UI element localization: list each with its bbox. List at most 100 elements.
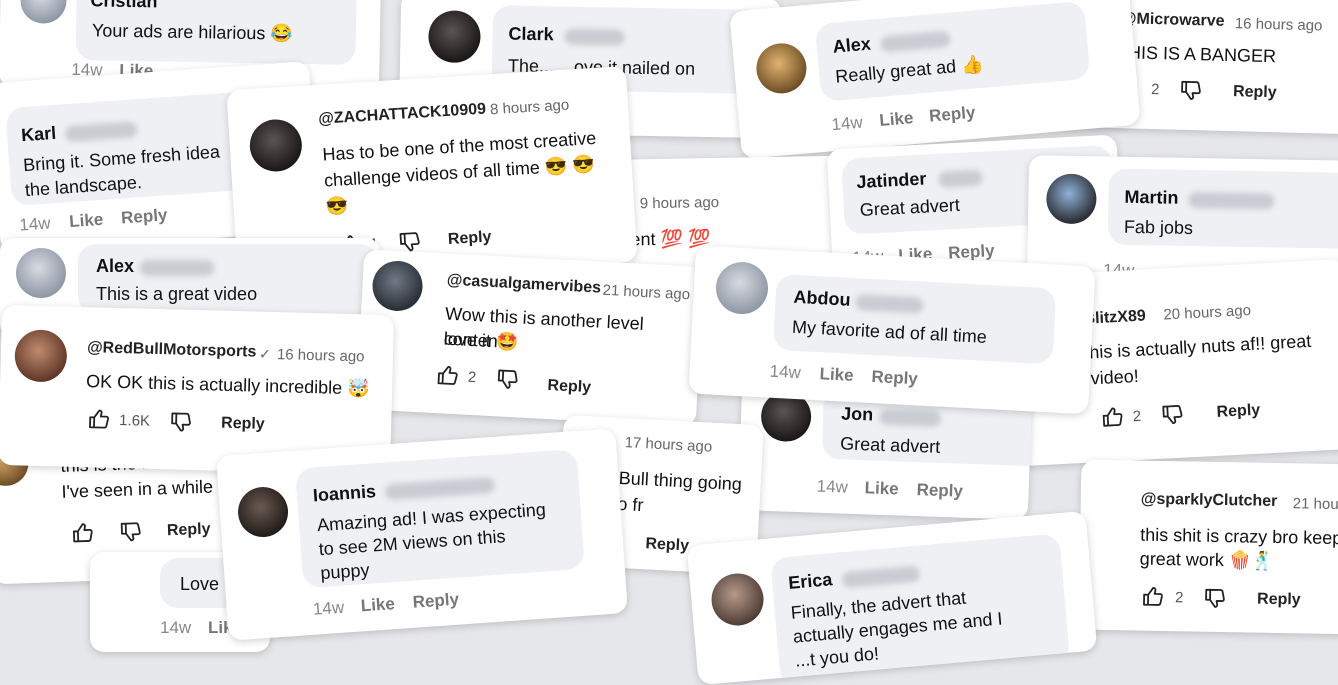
commenter-handle: @sparklyClutcher	[1140, 490, 1278, 510]
like-count: 2	[467, 368, 477, 387]
commenter-name: Martin	[1124, 186, 1179, 208]
comment-time: 20 hours ago	[1163, 301, 1252, 324]
blurred-surname	[564, 28, 625, 46]
thumb-down-icon[interactable]	[495, 366, 520, 391]
blurred-surname	[140, 260, 214, 276]
reply-button[interactable]: Reply	[221, 415, 265, 434]
commenter-name: Cristian	[90, 0, 158, 12]
thumb-down-icon[interactable]	[1160, 402, 1185, 427]
comment-text: ent 💯 💯	[630, 228, 711, 250]
avatar	[14, 329, 68, 383]
commenter-name: Jatinder	[855, 168, 927, 193]
reply-button[interactable]: Reply	[447, 229, 492, 250]
comment-card: Abdou My favorite ad of all time 14w Lik…	[688, 245, 1096, 415]
like-count: 2	[1150, 80, 1160, 99]
thumb-up-icon[interactable]	[87, 407, 112, 432]
commenter-name: Ioannis	[312, 481, 377, 506]
thumb-up-icon[interactable]	[1141, 585, 1165, 609]
reply-button[interactable]: Reply	[1233, 83, 1277, 102]
comment-text-line2: love it 🤩	[443, 328, 519, 353]
reply-link[interactable]: Reply	[928, 103, 976, 127]
comment-card: @casualgamervibes 21 hours ago Wow this …	[356, 249, 704, 427]
commenter-handle: @Microwarve	[1120, 10, 1225, 30]
commenter-name: Alex	[831, 33, 872, 57]
reply-button[interactable]: Reply	[1257, 591, 1301, 610]
comment-card: @sparklyClutcher 21 hours this shit is c…	[1078, 459, 1338, 635]
thumb-down-icon[interactable]	[1179, 78, 1204, 103]
blurred-surname	[937, 169, 983, 188]
commenter-name: Jon	[840, 403, 874, 425]
commenter-name: Erica	[787, 569, 834, 593]
avatar	[714, 260, 770, 316]
commenter-handle: @casualgamervibes	[446, 271, 602, 297]
comment-time: 16 hours ago	[276, 346, 365, 366]
thumb-up-icon[interactable]	[435, 363, 460, 388]
comment-age: 14w	[312, 597, 345, 619]
avatar	[754, 41, 809, 96]
comment-text: Great advert	[839, 433, 941, 457]
avatar	[20, 0, 67, 24]
comment-text: OK OK this is actually incredible 🤯	[85, 371, 370, 399]
reply-link[interactable]: Reply	[121, 205, 169, 228]
comment-text-line2: I've seen in a while	[61, 476, 214, 502]
reply-button[interactable]: Reply	[167, 521, 211, 541]
avatar	[236, 485, 290, 539]
comment-age: 14w	[18, 213, 52, 235]
comment-time: 8 hours ago	[489, 96, 570, 119]
avatar	[428, 10, 481, 64]
thumb-down-icon[interactable]	[119, 519, 144, 544]
comment-age: 14w	[769, 361, 802, 383]
reply-button[interactable]: Reply	[1216, 402, 1260, 422]
comment-text-line1: his is actually nuts af!! great	[1088, 330, 1312, 363]
comment-time: 21 hours	[1292, 495, 1338, 514]
blurred-surname	[878, 408, 942, 427]
avatar	[1045, 173, 1097, 225]
comment-text: Great advert	[859, 194, 961, 221]
like-count: 2	[1174, 589, 1184, 607]
comment-text: Fab jobs	[1123, 216, 1194, 238]
comment-text-line2: great work 🍿🕺	[1139, 548, 1274, 571]
comment-age: 14w	[830, 112, 864, 135]
avatar	[16, 248, 66, 298]
thumb-up-icon[interactable]	[1100, 405, 1125, 430]
like-link[interactable]: Like	[879, 108, 915, 131]
comment-time: 17 hours ago	[624, 434, 713, 456]
comment-card: Ioannis Amazing ad! I was expecting to s…	[216, 428, 628, 641]
comment-text: HIS IS A BANGER	[1127, 42, 1277, 67]
verified-check-icon: ✓	[258, 345, 271, 362]
like-count: 1.6K	[118, 412, 151, 430]
comment-age: 14w	[816, 476, 849, 497]
avatar	[248, 117, 304, 174]
like-link[interactable]: Like	[819, 364, 854, 386]
blurred-surname	[1188, 191, 1275, 210]
reply-button[interactable]: Reply	[547, 377, 591, 397]
like-link[interactable]: Like	[864, 478, 899, 499]
reply-link[interactable]: Reply	[412, 590, 460, 613]
reply-link[interactable]: Reply	[871, 367, 918, 389]
like-link[interactable]: Like	[360, 594, 395, 616]
comment-card: Alex Really great ad 👍 14w Like Reply	[729, 0, 1141, 160]
comment-age: 14w	[160, 618, 192, 637]
comment-time: 16 hours ago	[1234, 15, 1323, 35]
comment-text-line2: video!	[1090, 365, 1140, 389]
reply-link[interactable]: Reply	[916, 480, 963, 502]
commenter-handle: @RedBullMotorsports	[86, 339, 257, 361]
comment-time: 21 hours ago	[602, 281, 691, 304]
comment-text: Your ads are hilarious 😂	[91, 20, 293, 44]
comment-text-line3: 😎	[325, 195, 349, 217]
comment-time: 9 hours ago	[639, 193, 720, 213]
comment-text: This is a great video	[96, 284, 258, 304]
commenter-handle: @ZACHATTACK10909	[317, 100, 487, 128]
like-count: 2	[1132, 407, 1142, 426]
thumb-down-icon[interactable]	[1203, 586, 1227, 610]
like-link[interactable]: Like	[69, 210, 104, 232]
commenter-name: Karl	[20, 122, 57, 146]
commenter-name: Abdou	[793, 286, 852, 310]
commenter-name: Clark	[508, 23, 554, 45]
commenter-name: Alex	[96, 256, 135, 276]
thumb-up-icon[interactable]	[71, 521, 96, 546]
thumb-down-icon[interactable]	[169, 409, 194, 434]
avatar	[709, 571, 766, 628]
comment-text: Love	[180, 574, 220, 594]
reply-button[interactable]: Reply	[645, 535, 689, 555]
